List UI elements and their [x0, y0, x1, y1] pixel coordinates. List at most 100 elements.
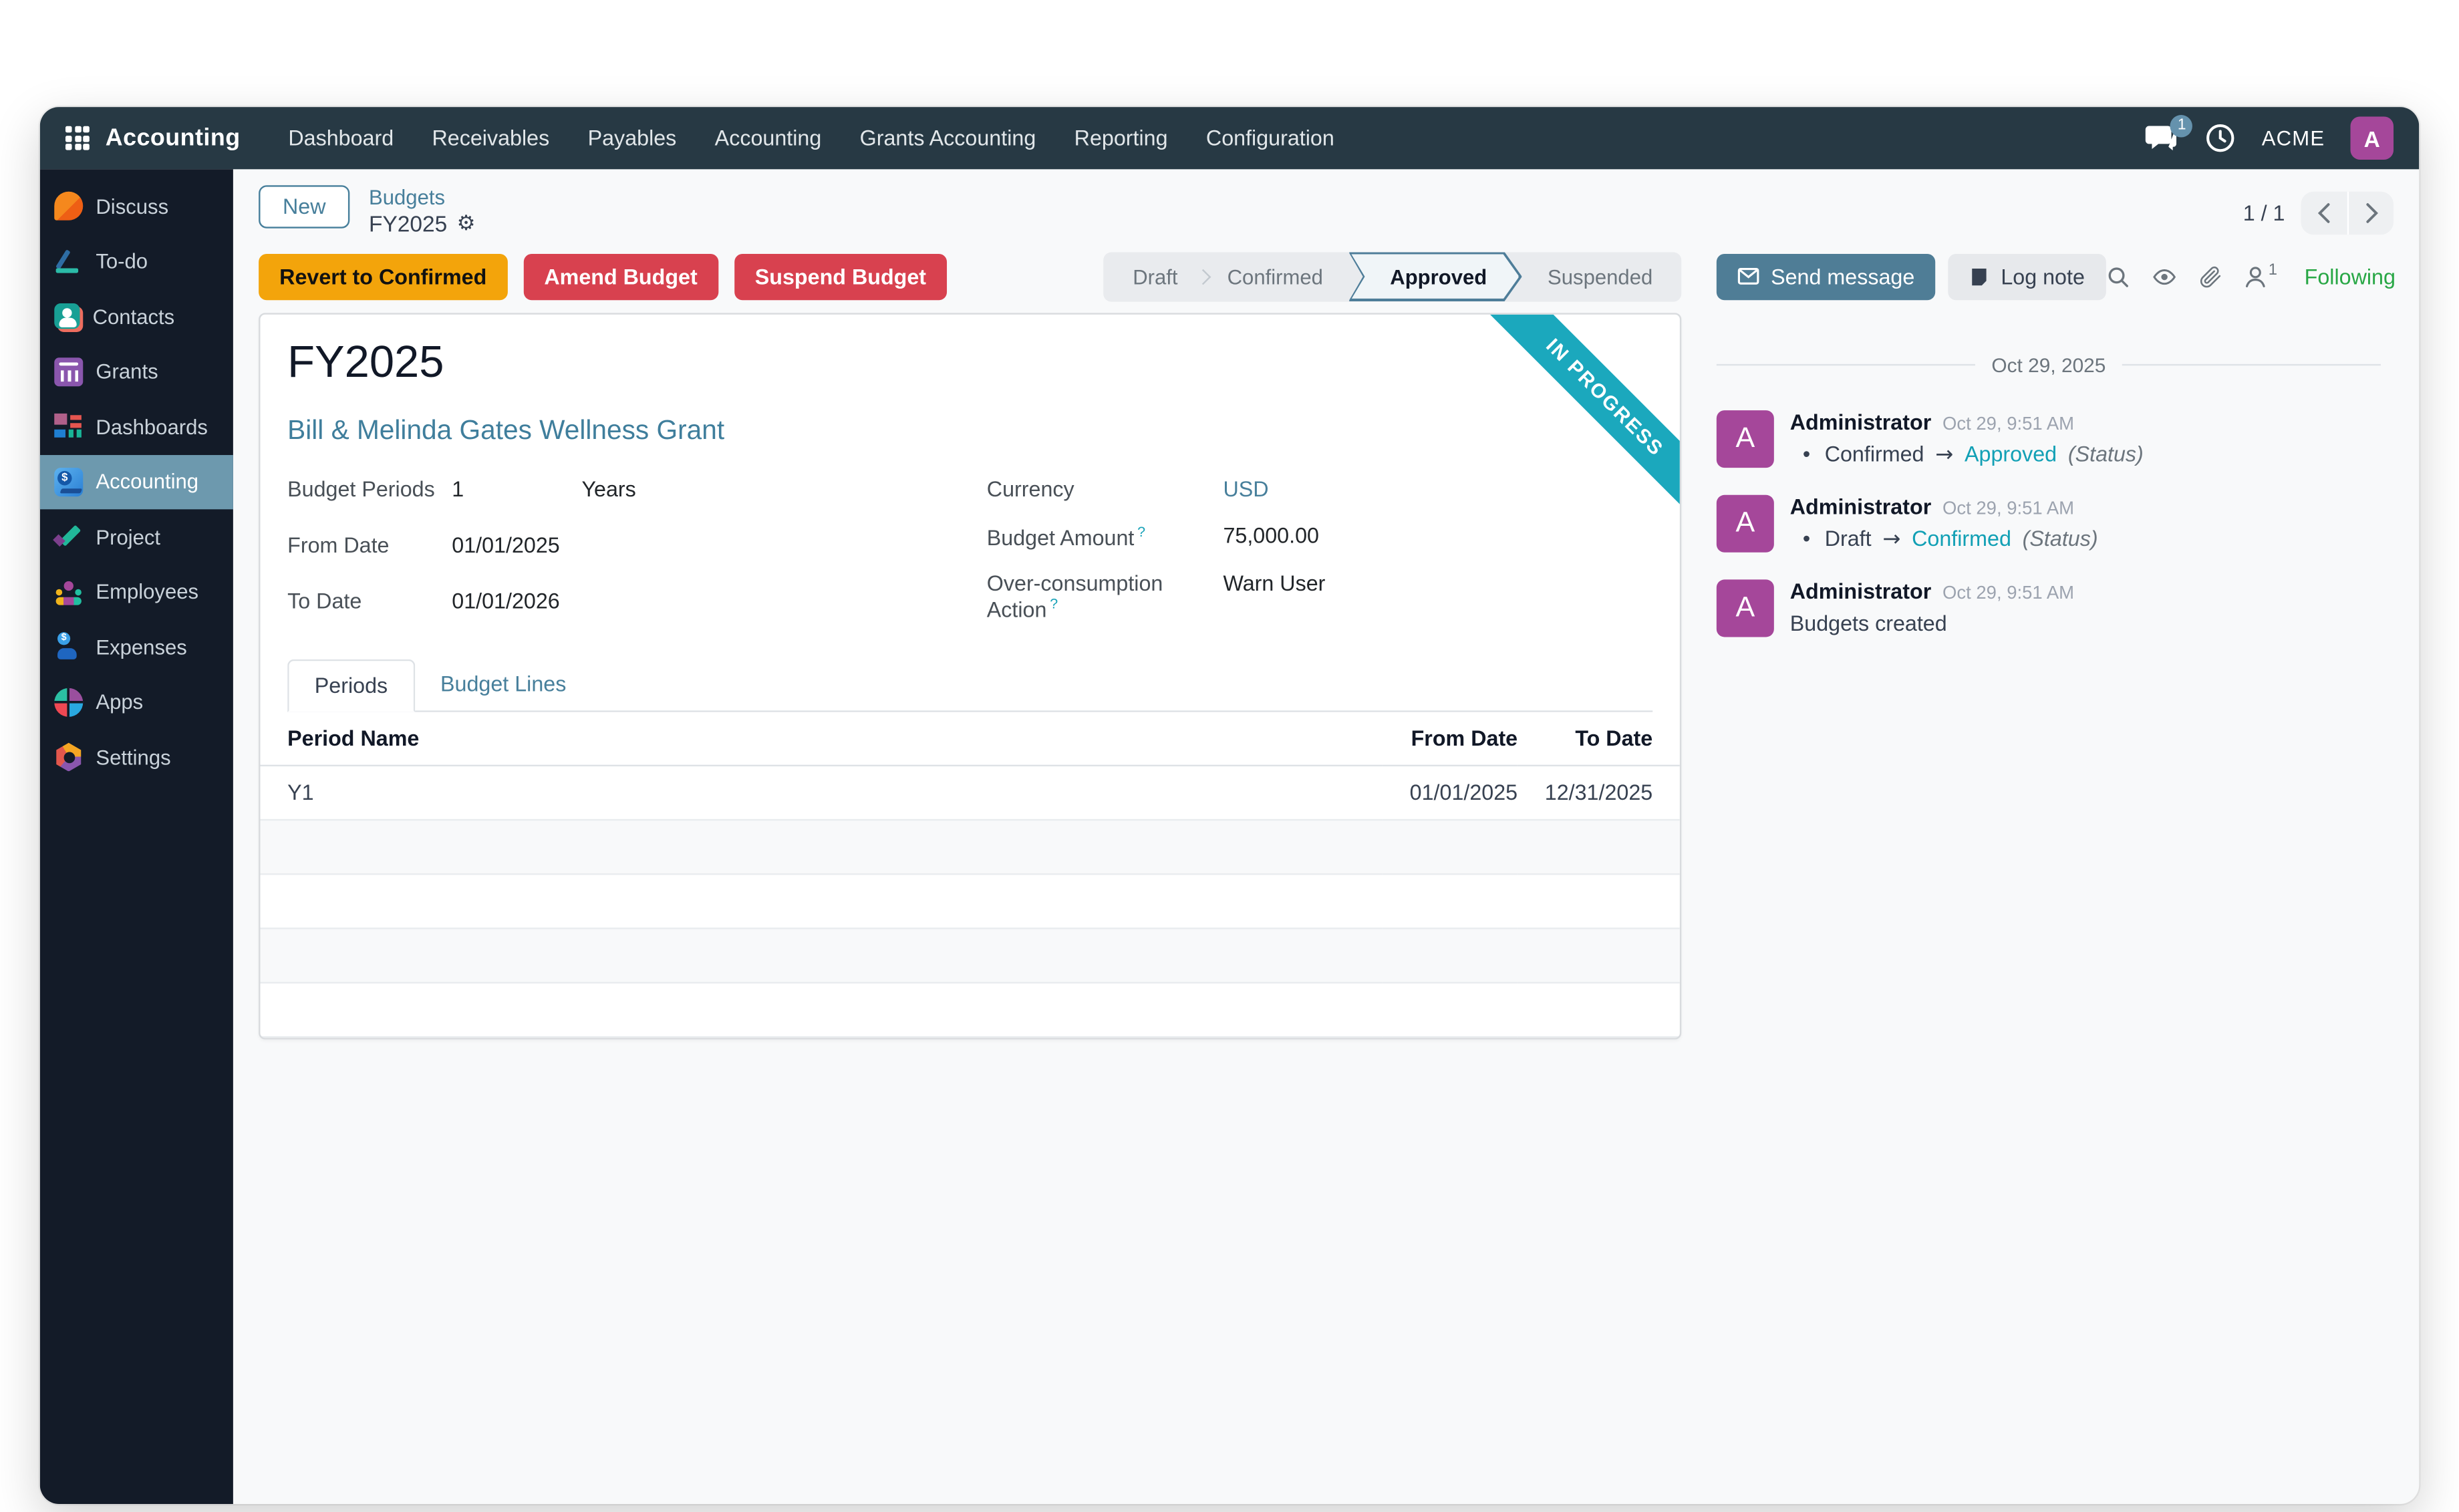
menu-configuration[interactable]: Configuration [1187, 107, 1353, 169]
settings-icon [54, 743, 83, 772]
company-name[interactable]: ACME [2262, 126, 2325, 150]
status-step-approved-active[interactable]: Approved [1348, 252, 1522, 301]
status-step-confirmed[interactable]: Confirmed [1205, 252, 1345, 301]
bullet-icon [1790, 527, 1814, 551]
cell-from-date[interactable]: 01/01/2025 [1383, 765, 1517, 819]
breadcrumb-current: FY2025 [369, 211, 447, 239]
budget-periods-unit[interactable]: Years [581, 477, 635, 501]
app-window: Accounting Dashboard Receivables Payable… [40, 107, 2420, 1504]
bullet-icon [1790, 443, 1814, 467]
send-message-button[interactable]: Send message [1717, 253, 1936, 299]
log-note-button[interactable]: Log note [1948, 253, 2106, 299]
eye-icon[interactable] [2150, 265, 2178, 289]
control-panel-bottom: Revert to Confirmed Amend Budget Suspend… [233, 245, 2419, 301]
tracking-field-name: (Status) [2068, 443, 2144, 467]
gear-icon[interactable] [457, 212, 476, 239]
sidebar-item-employees[interactable]: Employees [40, 565, 233, 619]
menu-dashboard[interactable]: Dashboard [269, 107, 413, 169]
paperclip-icon[interactable] [2198, 265, 2222, 289]
to-date-field[interactable]: 01/01/2026 [452, 577, 987, 633]
messages-icon[interactable]: 1 [2145, 124, 2180, 152]
chatter-message: A Administrator Oct 29, 9:51 AM Draft [1717, 494, 2381, 552]
chevron-left-icon [2317, 202, 2331, 223]
date-divider: Oct 29, 2025 [1717, 354, 2381, 376]
follower-person-icon [2243, 265, 2267, 289]
budget-title[interactable]: FY2025 [287, 337, 1652, 388]
apps-grid-icon[interactable] [65, 126, 90, 150]
col-to-date[interactable]: To Date [1517, 712, 1680, 765]
currency-field[interactable]: USD [1223, 477, 1268, 501]
sidebar-item-apps[interactable]: Apps [40, 675, 233, 730]
sidebar-item-dashboards[interactable]: Dashboards [40, 399, 233, 454]
sidebar-item-todo[interactable]: To-do [40, 234, 233, 289]
pager-next-button[interactable] [2347, 192, 2394, 235]
avatar[interactable]: A [1717, 410, 1774, 468]
suspend-budget-button[interactable]: Suspend Budget [734, 253, 947, 299]
status-step-draft[interactable]: Draft [1111, 252, 1200, 301]
sidebar-item-accounting[interactable]: Accounting [40, 454, 233, 509]
project-grant-link[interactable]: Bill & Melinda Gates Wellness Grant [287, 415, 724, 447]
tracking-old-value: Draft [1825, 527, 1872, 551]
followers-button[interactable]: 1 [2243, 265, 2278, 289]
menu-accounting[interactable]: Accounting [696, 107, 841, 169]
sidebar-item-grants[interactable]: Grants [40, 344, 233, 399]
col-period-name[interactable]: Period Name [261, 712, 1383, 765]
sidebar-item-settings[interactable]: Settings [40, 730, 233, 784]
menu-reporting[interactable]: Reporting [1055, 107, 1187, 169]
pager: 1 / 1 [2243, 192, 2394, 235]
budget-amount-field[interactable]: 75,000.00 [1223, 512, 1325, 561]
chevron-right-icon [2364, 202, 2379, 223]
tab-periods[interactable]: Periods [287, 659, 415, 712]
col-from-date[interactable]: From Date [1383, 712, 1517, 765]
user-avatar[interactable]: A [2351, 116, 2394, 160]
help-icon[interactable]: ? [1137, 523, 1145, 539]
empty-row [261, 982, 1680, 1036]
over-consumption-action-field[interactable]: Warn User [1223, 561, 1325, 633]
screen: Accounting Dashboard Receivables Payable… [0, 0, 2459, 1512]
over-consumption-action-label: Over-consumption Action? [987, 561, 1223, 633]
search-icon[interactable] [2106, 265, 2130, 289]
budget-periods-field[interactable]: 1 Years [452, 466, 987, 522]
amend-budget-button[interactable]: Amend Budget [523, 253, 718, 299]
tab-budget-lines[interactable]: Budget Lines [415, 659, 592, 710]
cell-period-name[interactable]: Y1 [261, 765, 1383, 819]
empty-row [261, 928, 1680, 982]
revert-to-confirmed-button[interactable]: Revert to Confirmed [259, 253, 507, 299]
sidebar-item-contacts[interactable]: Contacts [40, 289, 233, 344]
sidebar-item-discuss[interactable]: Discuss [40, 179, 233, 234]
message-author[interactable]: Administrator [1790, 494, 1932, 518]
activity-clock-icon[interactable] [2206, 123, 2236, 153]
menu-grants-accounting[interactable]: Grants Accounting [841, 107, 1055, 169]
tracking-new-value: Approved [1965, 443, 2057, 467]
tracking-old-value: Confirmed [1825, 443, 1924, 467]
budget-periods-label: Budget Periods [287, 466, 452, 522]
to-date-label: To Date [287, 577, 452, 633]
sidebar-item-project[interactable]: Project [40, 509, 233, 564]
cell-to-date[interactable]: 12/31/2025 [1517, 765, 1680, 819]
help-icon[interactable]: ? [1050, 596, 1058, 612]
tracking-field-name: (Status) [2023, 527, 2098, 551]
following-toggle[interactable]: Following [2305, 265, 2396, 289]
menu-receivables[interactable]: Receivables [413, 107, 569, 169]
pager-previous-button[interactable] [2301, 192, 2347, 235]
arrow-right-icon [1882, 526, 1900, 552]
grants-icon [54, 357, 83, 386]
top-navbar: Accounting Dashboard Receivables Payable… [40, 107, 2420, 169]
breadcrumb-parent-link[interactable]: Budgets [369, 185, 475, 211]
pager-count: 1 / 1 [2243, 201, 2285, 225]
message-author[interactable]: Administrator [1790, 579, 1932, 603]
dashboards-icon [54, 412, 83, 441]
message-count-badge: 1 [2171, 114, 2193, 136]
app-name[interactable]: Accounting [106, 124, 241, 152]
new-button[interactable]: New [259, 185, 349, 229]
avatar[interactable]: A [1717, 579, 1774, 637]
table-row[interactable]: Y1 01/01/2025 12/31/2025 [261, 765, 1680, 819]
sidebar-item-expenses[interactable]: Expenses [40, 619, 233, 674]
avatar[interactable]: A [1717, 494, 1774, 552]
status-step-suspended[interactable]: Suspended [1526, 252, 1675, 301]
menu-payables[interactable]: Payables [569, 107, 696, 169]
from-date-field[interactable]: 01/01/2025 [452, 522, 987, 578]
message-author[interactable]: Administrator [1790, 410, 1932, 434]
envelope-icon [1737, 265, 1759, 287]
apps-icon [54, 688, 83, 716]
